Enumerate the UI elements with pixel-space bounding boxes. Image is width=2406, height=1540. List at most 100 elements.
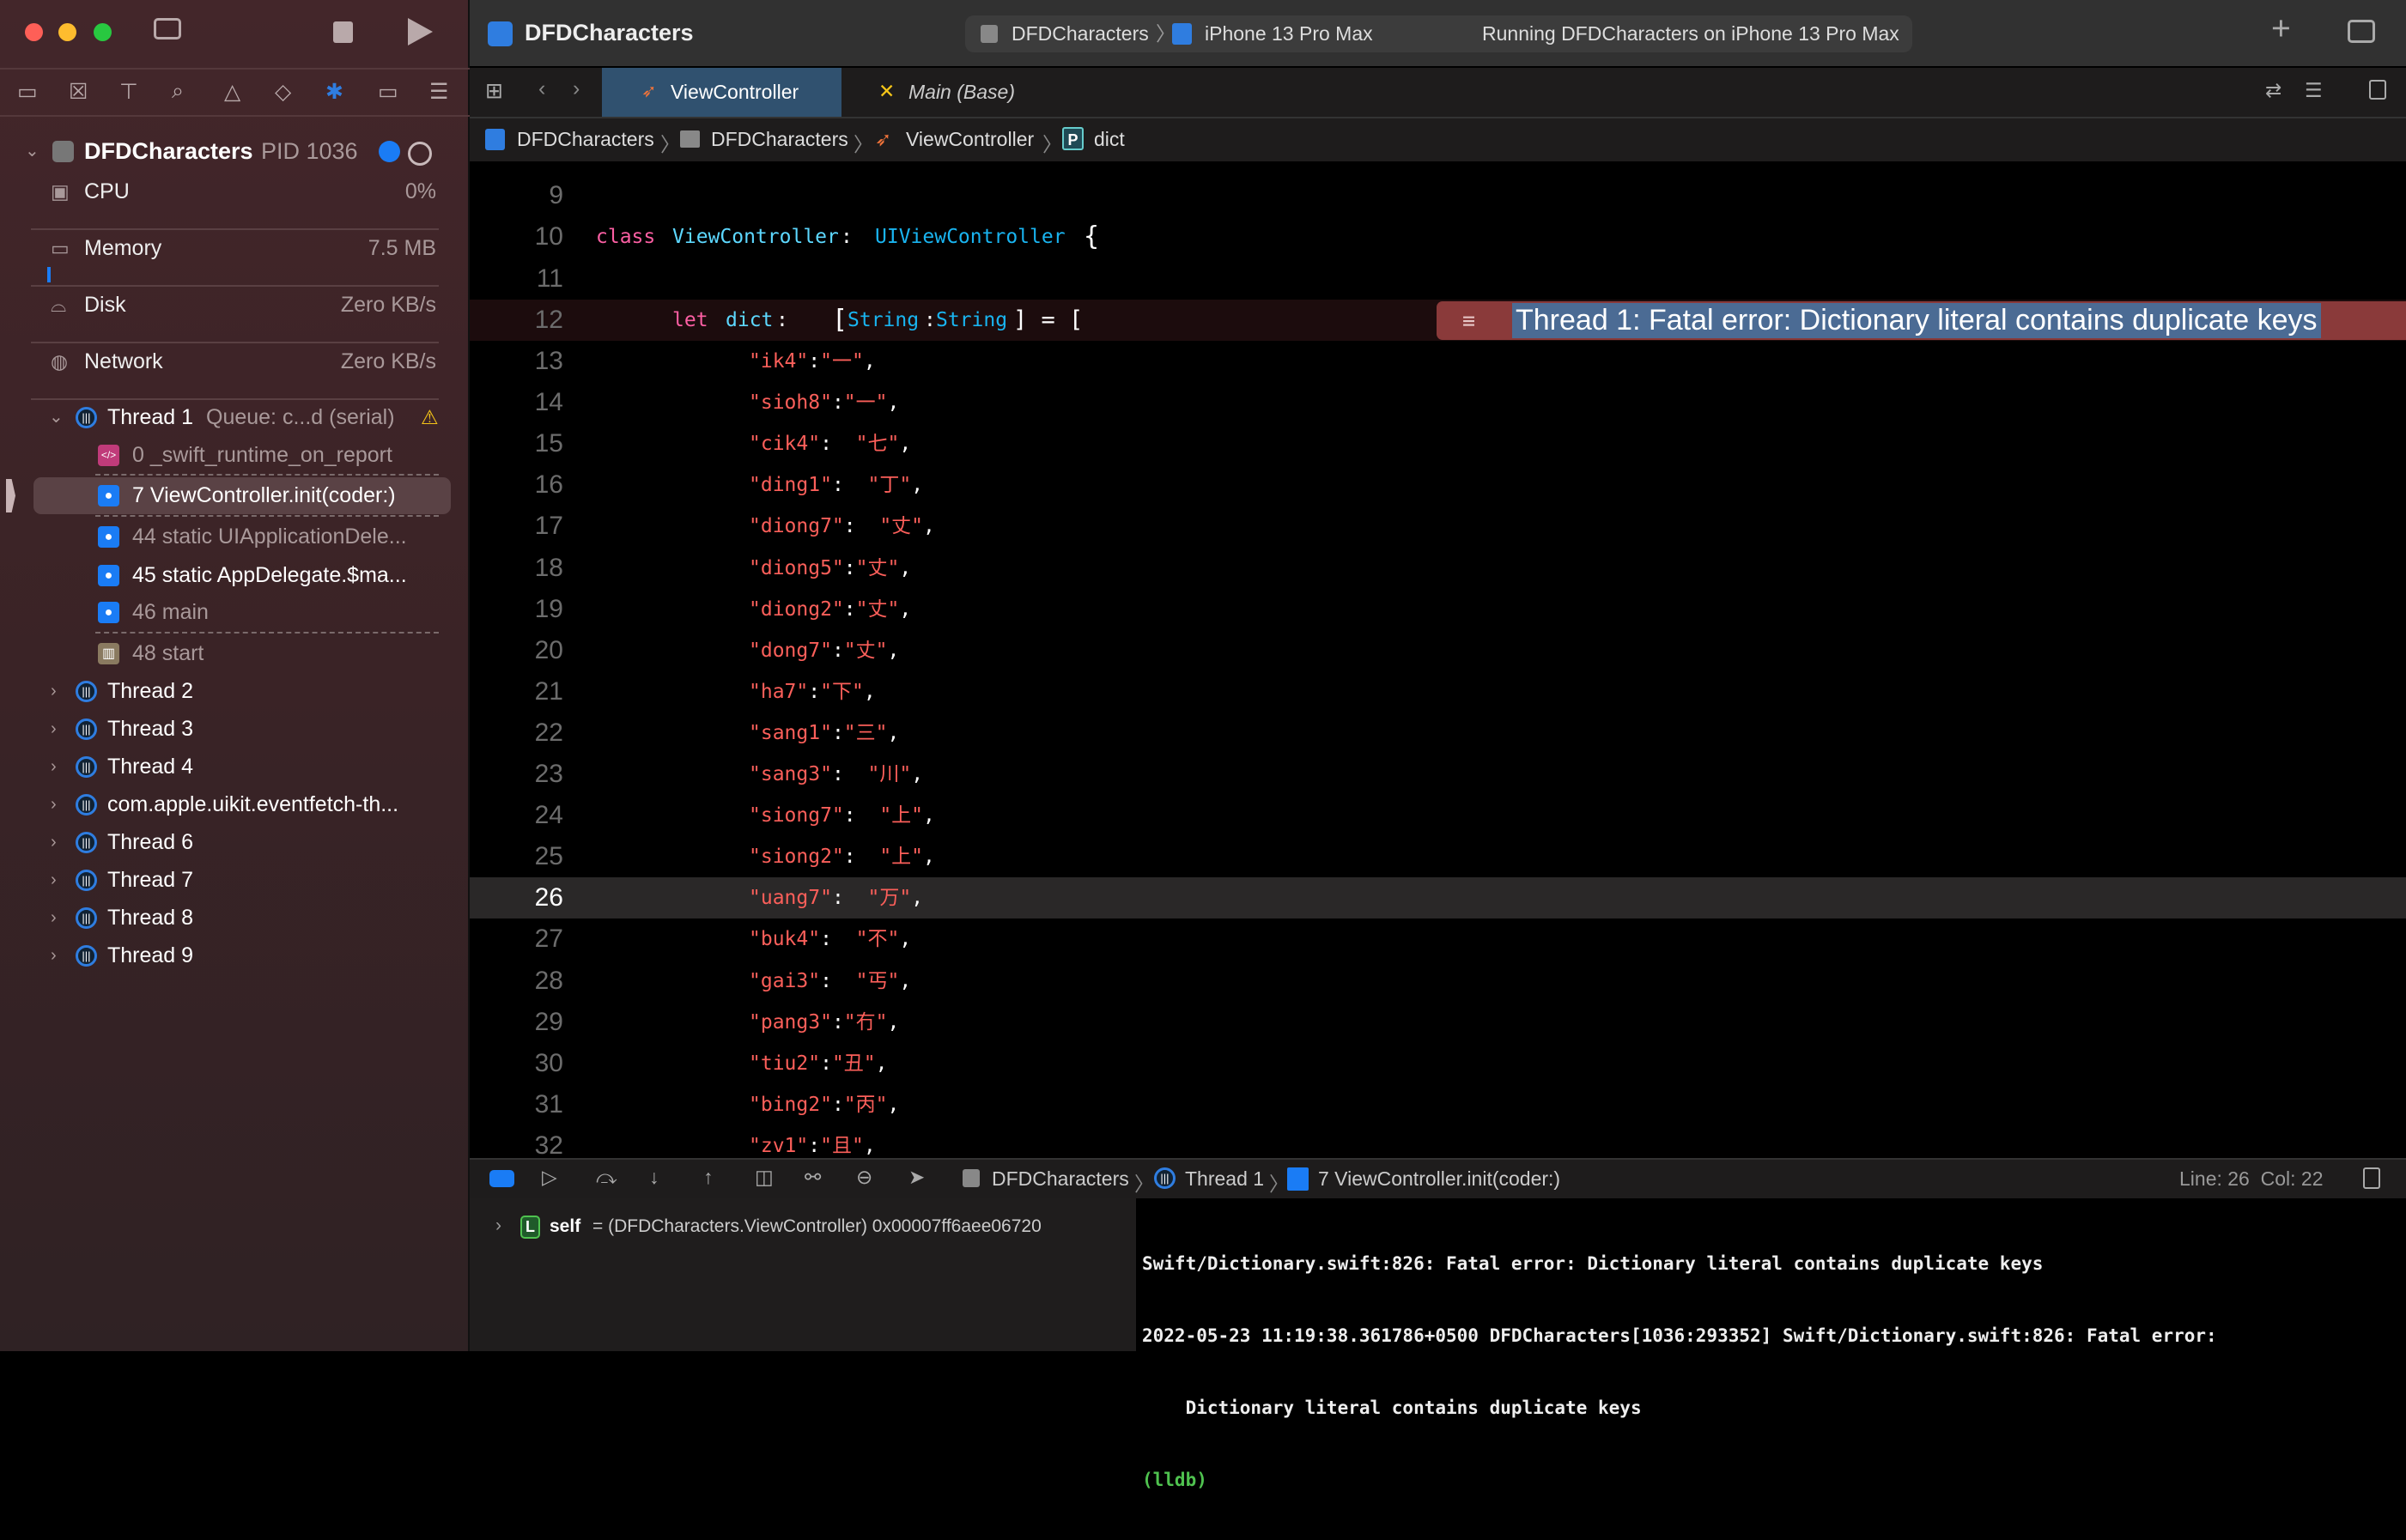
thread-row[interactable]: › ||| Thread 3: [0, 711, 470, 748]
stack-frame[interactable]: ● 45 static AppDelegate.$ma...: [0, 557, 470, 594]
stack-frame[interactable]: ● 46 main: [0, 594, 470, 631]
chevron-right-icon[interactable]: ›: [51, 862, 57, 899]
scheme-selector[interactable]: DFDCharacters: [1012, 15, 1149, 52]
location-icon[interactable]: ➤: [908, 1166, 925, 1189]
frame-label: 45 static AppDelegate.$ma...: [132, 563, 407, 587]
xcode-project-icon: [488, 21, 513, 46]
add-editor-icon[interactable]: [2369, 80, 2386, 100]
sidebar-toggle-icon[interactable]: [154, 18, 181, 39]
chevron-down-icon[interactable]: ⌄: [25, 133, 39, 170]
inspector-toggle-icon[interactable]: [2348, 20, 2375, 43]
search-icon[interactable]: ⌕: [172, 79, 184, 104]
step-out-icon[interactable]: ↑: [703, 1166, 714, 1189]
storyboard-icon: ✕: [878, 80, 896, 102]
window-title: DFDCharacters: [525, 20, 694, 45]
line-number: 32: [534, 1131, 563, 1158]
process-row[interactable]: ⌄ DFDCharacters PID 1036: [0, 133, 470, 170]
variables-view[interactable]: › L self = (DFDCharacters.ViewController…: [470, 1198, 1136, 1351]
property-icon: P: [1062, 127, 1084, 150]
thread-row[interactable]: › ||| Thread 9: [0, 937, 470, 974]
dict-key: "zv1": [749, 1134, 809, 1157]
source-control-icon[interactable]: ☒: [69, 79, 88, 105]
chevron-right-icon[interactable]: ›: [51, 711, 57, 748]
breadcrumb-file[interactable]: ViewController: [906, 128, 1034, 151]
thread-row[interactable]: › ||| Thread 8: [0, 900, 470, 937]
symbol-hierarchy-icon[interactable]: ⊤: [119, 79, 138, 105]
gauge-network[interactable]: ◍ Network Zero KB/s: [0, 343, 470, 380]
breadcrumb-group[interactable]: DFDCharacters: [711, 128, 848, 151]
minimize-window-button[interactable]: [58, 23, 76, 41]
chevron-right-icon[interactable]: ›: [51, 937, 57, 974]
debug-crumb-thread[interactable]: Thread 1: [1185, 1167, 1264, 1191]
warning-icon[interactable]: △: [224, 79, 240, 105]
code-line: 30 "tiu2":"丑",: [470, 1043, 2406, 1084]
chevron-right-icon[interactable]: ›: [51, 673, 57, 710]
thread-row[interactable]: › ||| com.apple.uikit.eventfetch-th...: [0, 786, 470, 823]
superclass-name: UIViewController: [875, 226, 1066, 248]
stack-frame[interactable]: </> 0 _swift_runtime_on_report: [0, 437, 470, 474]
chevron-right-icon[interactable]: ›: [495, 1216, 501, 1236]
thread-row[interactable]: › ||| Thread 2: [0, 673, 470, 710]
error-annotation-icon[interactable]: ≡: [1437, 301, 1501, 340]
breadcrumb-symbol[interactable]: dict: [1094, 128, 1125, 151]
editor-options-icon[interactable]: ☰: [2305, 79, 2323, 102]
chevron-down-icon[interactable]: ⌄: [49, 399, 64, 436]
debug-crumb-frame[interactable]: 7 ViewController.init(coder:): [1318, 1167, 1560, 1191]
code-line: 24 "siong7": "上",: [470, 795, 2406, 836]
thread-row[interactable]: › ||| Thread 6: [0, 824, 470, 861]
breadcrumb-project[interactable]: DFDCharacters: [517, 128, 654, 151]
thread-row[interactable]: › ||| Thread 4: [0, 749, 470, 785]
error-annotation[interactable]: Thread 1: Fatal error: Dictionary litera…: [1501, 301, 2406, 340]
gauge-memory[interactable]: ▭ Memory 7.5 MB: [0, 230, 470, 267]
report-icon[interactable]: ☰: [429, 79, 448, 105]
chevron-right-icon[interactable]: ›: [51, 749, 57, 785]
variable-row[interactable]: › L self = (DFDCharacters.ViewController…: [470, 1214, 1136, 1241]
forward-icon[interactable]: ›: [573, 76, 580, 101]
breakpoints-toggle[interactable]: [489, 1170, 514, 1187]
breakpoint-icon[interactable]: ▭: [378, 79, 398, 105]
type-name: String: [848, 309, 920, 331]
stack-frame[interactable]: ▥ 48 start: [0, 635, 470, 672]
debug-navigator-icon[interactable]: ✱: [325, 79, 343, 105]
continue-icon[interactable]: ▷: [542, 1166, 557, 1189]
test-icon[interactable]: ◇: [275, 79, 291, 105]
chevron-right-icon[interactable]: ›: [51, 786, 57, 823]
grid-icon[interactable]: ⊞: [485, 78, 503, 104]
colon: :: [831, 391, 844, 415]
gauge-cpu[interactable]: ▣ CPU 0%: [0, 173, 470, 210]
chevron-right-icon[interactable]: ›: [51, 900, 57, 937]
threads-icon[interactable]: [408, 142, 432, 166]
tab-main-base[interactable]: ✕ Main (Base): [854, 68, 1053, 117]
stack-frame[interactable]: ● 7 ViewController.init(coder:): [0, 477, 470, 514]
debug-crumb-process[interactable]: DFDCharacters: [992, 1167, 1129, 1191]
hide-debug-area-icon[interactable]: [2363, 1167, 2380, 1189]
gauge-icon[interactable]: [379, 141, 400, 162]
thread-icon: |||: [76, 407, 97, 428]
tab-viewcontroller[interactable]: ➶ ViewController: [602, 68, 841, 117]
add-icon[interactable]: +: [2271, 10, 2291, 48]
step-over-icon[interactable]: ⤼: [596, 1166, 617, 1189]
lldb-prompt[interactable]: (lldb): [1142, 1468, 2217, 1492]
memory-graph-icon[interactable]: ⚯: [805, 1166, 821, 1189]
thread-1-row[interactable]: ⌄ ||| Thread 1 Queue: c...d (serial) ⚠: [0, 399, 470, 436]
step-into-icon[interactable]: ↓: [649, 1166, 659, 1189]
zoom-window-button[interactable]: [94, 23, 112, 41]
view-debugger-icon[interactable]: ◫: [755, 1166, 774, 1189]
folder-icon[interactable]: ▭: [17, 79, 38, 105]
stop-button[interactable]: [333, 21, 353, 43]
close-window-button[interactable]: [25, 23, 43, 41]
run-button[interactable]: [408, 18, 433, 45]
gauge-disk[interactable]: ⌓ Disk Zero KB/s: [0, 287, 470, 324]
device-selector[interactable]: iPhone 13 Pro Max: [1205, 15, 1373, 52]
thread-row[interactable]: › ||| Thread 7: [0, 862, 470, 899]
chevron-right-icon[interactable]: ›: [51, 824, 57, 861]
gauge-label: Disk: [84, 293, 126, 317]
back-icon[interactable]: ‹: [538, 76, 545, 101]
colon: :: [820, 1052, 832, 1075]
environment-overrides-icon[interactable]: ⊖: [856, 1166, 872, 1189]
source-editor[interactable]: 9 10 class ViewController : UIViewContro…: [470, 161, 2406, 1158]
console-output[interactable]: Swift/Dictionary.swift:826: Fatal error:…: [1136, 1198, 2406, 1490]
bracket: [: [832, 305, 848, 335]
related-items-icon[interactable]: ⇄: [2265, 79, 2281, 102]
stack-frame[interactable]: ● 44 static UIApplicationDele...: [0, 518, 470, 555]
